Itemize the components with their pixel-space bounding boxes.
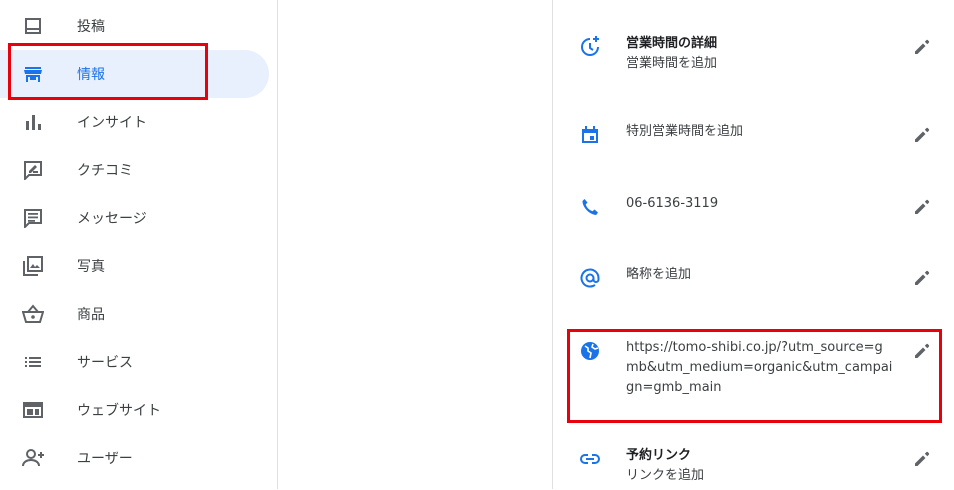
edit-pencil-icon[interactable] <box>910 123 934 147</box>
edit-pencil-icon[interactable] <box>910 447 934 471</box>
edit-pencil-icon[interactable] <box>910 35 934 59</box>
website-icon <box>22 399 44 421</box>
hours-value: 営業時間を追加 <box>626 56 718 71</box>
globe-icon <box>578 339 602 363</box>
phone-row[interactable]: 06-6136-3119 <box>553 194 954 224</box>
sidebar-item-label: ウェブサイト <box>77 403 161 419</box>
sidebar-item-label: 商品 <box>77 307 105 323</box>
info-details-panel: 営業時間の詳細 営業時間を追加 特別営業時間を追加 06-6136-3119 略… <box>553 0 954 489</box>
sidebar-item-label: 投稿 <box>77 19 105 35</box>
add-user-icon <box>22 447 44 469</box>
sidebar-item-photos[interactable]: 写真 <box>0 242 269 290</box>
post-icon <box>22 15 44 37</box>
booking-link-row[interactable]: 予約リンク リンクを追加 <box>553 446 954 490</box>
website-row[interactable]: https://tomo-shibi.co.jp/?utm_source=gmb… <box>553 338 954 404</box>
at-sign-icon <box>578 266 602 290</box>
sidebar-item-label: メッセージ <box>77 211 147 227</box>
message-icon <box>22 207 44 229</box>
sidebar-item-info[interactable]: 情報 <box>0 50 269 98</box>
bar-chart-icon <box>22 111 44 133</box>
special-hours-row[interactable]: 特別営業時間を追加 <box>553 122 954 152</box>
calendar-icon <box>578 123 602 147</box>
hours-row[interactable]: 営業時間の詳細 営業時間を追加 <box>553 34 954 84</box>
edit-pencil-icon[interactable] <box>910 266 934 290</box>
booking-value: リンクを追加 <box>626 468 705 483</box>
photo-library-icon <box>22 255 44 277</box>
edit-pencil-icon[interactable] <box>910 195 934 219</box>
sidebar: 投稿 情報 インサイト クチコミ メッセージ 写真 商品 サービス ウェブサイト… <box>0 0 278 489</box>
special-hours-value: 特別営業時間を追加 <box>626 124 744 139</box>
list-icon <box>22 351 44 373</box>
sidebar-item-label: ユーザー <box>77 451 133 467</box>
basket-icon <box>22 303 44 325</box>
sidebar-item-website[interactable]: ウェブサイト <box>0 386 269 434</box>
sidebar-item-posts[interactable]: 投稿 <box>0 2 269 50</box>
sidebar-item-label: サービス <box>77 355 133 371</box>
review-icon <box>22 159 44 181</box>
sidebar-item-insights[interactable]: インサイト <box>0 98 269 146</box>
short-name-row[interactable]: 略称を追加 <box>553 265 954 295</box>
storefront-icon <box>22 63 44 85</box>
sidebar-item-label: 情報 <box>77 67 105 83</box>
sidebar-item-label: クチコミ <box>77 163 133 179</box>
link-icon <box>578 447 602 471</box>
phone-value: 06-6136-3119 <box>626 196 719 211</box>
hours-title: 営業時間の詳細 <box>626 36 718 51</box>
booking-title: 予約リンク <box>626 448 692 463</box>
schedule-add-icon <box>578 35 602 59</box>
edit-pencil-icon[interactable] <box>910 339 934 363</box>
phone-icon <box>578 195 602 219</box>
sidebar-item-users[interactable]: ユーザー <box>0 434 269 482</box>
sidebar-item-services[interactable]: サービス <box>0 338 269 386</box>
sidebar-item-messages[interactable]: メッセージ <box>0 194 269 242</box>
content-panel <box>278 0 553 489</box>
sidebar-item-products[interactable]: 商品 <box>0 290 269 338</box>
short-name-value: 略称を追加 <box>626 267 692 282</box>
sidebar-item-reviews[interactable]: クチコミ <box>0 146 269 194</box>
sidebar-item-label: 写真 <box>77 259 105 275</box>
sidebar-item-label: インサイト <box>77 115 147 131</box>
website-url: https://tomo-shibi.co.jp/?utm_source=gmb… <box>626 340 893 395</box>
